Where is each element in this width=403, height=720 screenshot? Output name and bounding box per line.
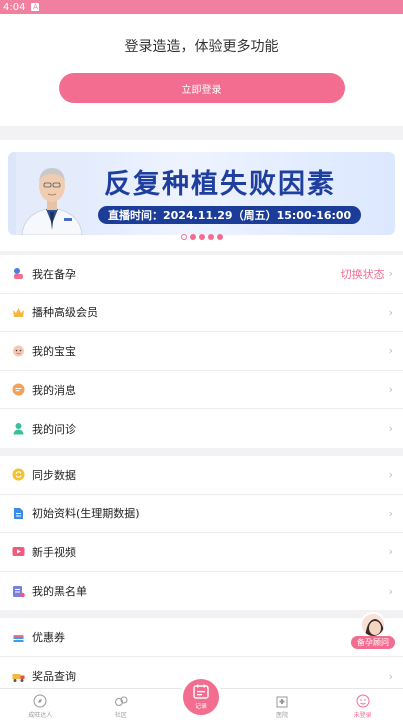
- chevron-right-icon: ›: [388, 383, 393, 397]
- menu-item-label: 初始资料(生理期数据): [32, 507, 140, 521]
- menu-item-blacklist[interactable]: 我的黑名单 ›: [0, 572, 403, 611]
- community-icon: [114, 696, 128, 706]
- doctor-portrait-icon: [16, 152, 88, 235]
- pregnancy-adviser-button[interactable]: 备孕顾问: [351, 612, 395, 652]
- banner-section: 反复种植失败因素 直播时间：2024.11.29（周五）15:00-16:00: [0, 140, 403, 251]
- login-card: 登录造造，体验更多功能 立即登录: [0, 14, 403, 126]
- carousel-dot[interactable]: [198, 234, 205, 240]
- status-time: 4:04: [3, 1, 26, 13]
- tab-hospital[interactable]: 医院: [242, 689, 323, 720]
- menu-item-premium-member[interactable]: 播种高级会员 ›: [0, 294, 403, 333]
- menu-item-label: 我的黑名单: [32, 585, 87, 599]
- tab-label: 未登录: [353, 712, 372, 719]
- compass-icon: [33, 694, 47, 708]
- menu-item-coupons[interactable]: 优惠券 ›: [0, 618, 403, 657]
- menu-item-label: 播种高级会员: [32, 306, 98, 320]
- switch-status-link[interactable]: 切换状态: [341, 266, 385, 282]
- menu-item-sync-data[interactable]: 同步数据 ›: [0, 456, 403, 495]
- blacklist-icon: [12, 585, 25, 598]
- menu-group-data: 同步数据 › 初始资料(生理期数据) › 新手视频 › 我的黑名单 ›: [0, 455, 403, 611]
- document-icon: [12, 507, 25, 520]
- menu-item-my-messages[interactable]: 我的消息 ›: [0, 371, 403, 410]
- carousel-indicator: [0, 234, 403, 240]
- baby-icon: [12, 344, 25, 357]
- tab-profile[interactable]: 未登录: [322, 689, 403, 720]
- tab-record[interactable]: 记录: [180, 676, 222, 718]
- chevron-right-icon: ›: [388, 267, 393, 281]
- login-prompt: 登录造造，体验更多功能: [124, 39, 279, 55]
- tab-label: 社区: [114, 712, 127, 719]
- tab-community[interactable]: 社区: [81, 689, 162, 720]
- carousel-dot[interactable]: [180, 234, 187, 240]
- menu-item-label: 新手视频: [32, 545, 76, 559]
- live-banner[interactable]: 反复种植失败因素 直播时间：2024.11.29（周五）15:00-16:00: [8, 152, 395, 235]
- profile-face-icon: [356, 694, 370, 708]
- banner-live-time: 直播时间：2024.11.29（周五）15:00-16:00: [98, 206, 362, 224]
- carousel-dot[interactable]: [216, 234, 223, 240]
- tab-expert[interactable]: 成旺达人: [0, 689, 81, 720]
- chevron-right-icon: ›: [388, 584, 393, 598]
- tab-label: 记录: [194, 703, 207, 710]
- tab-label: 成旺达人: [28, 712, 53, 719]
- premium-member-icon: [12, 306, 25, 319]
- menu-item-my-consultation[interactable]: 我的问诊 ›: [0, 409, 403, 448]
- consultation-icon: [12, 422, 25, 435]
- video-icon: [12, 545, 25, 558]
- menu-item-initial-data[interactable]: 初始资料(生理期数据) ›: [0, 495, 403, 534]
- chevron-right-icon: ›: [388, 545, 393, 559]
- tab-label: 医院: [276, 712, 289, 719]
- message-icon: [12, 383, 25, 396]
- menu-item-my-baby[interactable]: 我的宝宝 ›: [0, 332, 403, 371]
- carousel-dot[interactable]: [189, 234, 196, 240]
- status-bar: 4:04 A: [0, 0, 403, 14]
- adviser-label: 备孕顾问: [351, 636, 395, 649]
- chevron-right-icon: ›: [388, 468, 393, 482]
- chevron-right-icon: ›: [388, 422, 393, 436]
- banner-title: 反复种植失败因素: [104, 169, 336, 200]
- pregnancy-prep-icon: [12, 267, 25, 280]
- menu-item-pregnancy-prep[interactable]: 我在备孕 切换状态 ›: [0, 255, 403, 294]
- chevron-right-icon: ›: [388, 506, 393, 520]
- coupon-icon: [12, 631, 25, 644]
- hospital-icon: [276, 696, 288, 708]
- chevron-right-icon: ›: [388, 344, 393, 358]
- record-icon: [193, 684, 209, 699]
- menu-item-label: 我的问诊: [32, 422, 76, 436]
- menu-item-label: 我在备孕: [32, 267, 76, 281]
- menu-item-label: 我的消息: [32, 383, 76, 397]
- menu-item-label: 优惠券: [32, 631, 65, 645]
- sim-icon: A: [31, 3, 40, 11]
- menu-item-label: 同步数据: [32, 468, 76, 482]
- login-button[interactable]: 立即登录: [58, 73, 345, 103]
- adviser-avatar: [360, 612, 386, 638]
- carousel-dot[interactable]: [207, 234, 214, 240]
- menu-item-beginner-video[interactable]: 新手视频 ›: [0, 533, 403, 572]
- sync-icon: [12, 468, 25, 481]
- menu-item-label: 我的宝宝: [32, 344, 76, 358]
- menu-group-account: 我在备孕 切换状态 › 播种高级会员 › 我的宝宝 › 我的消息 › 我的问诊 …: [0, 255, 403, 448]
- prize-truck-icon: [12, 670, 25, 683]
- section-divider: [0, 126, 403, 140]
- chevron-right-icon: ›: [388, 669, 393, 683]
- chevron-right-icon: ›: [388, 305, 393, 319]
